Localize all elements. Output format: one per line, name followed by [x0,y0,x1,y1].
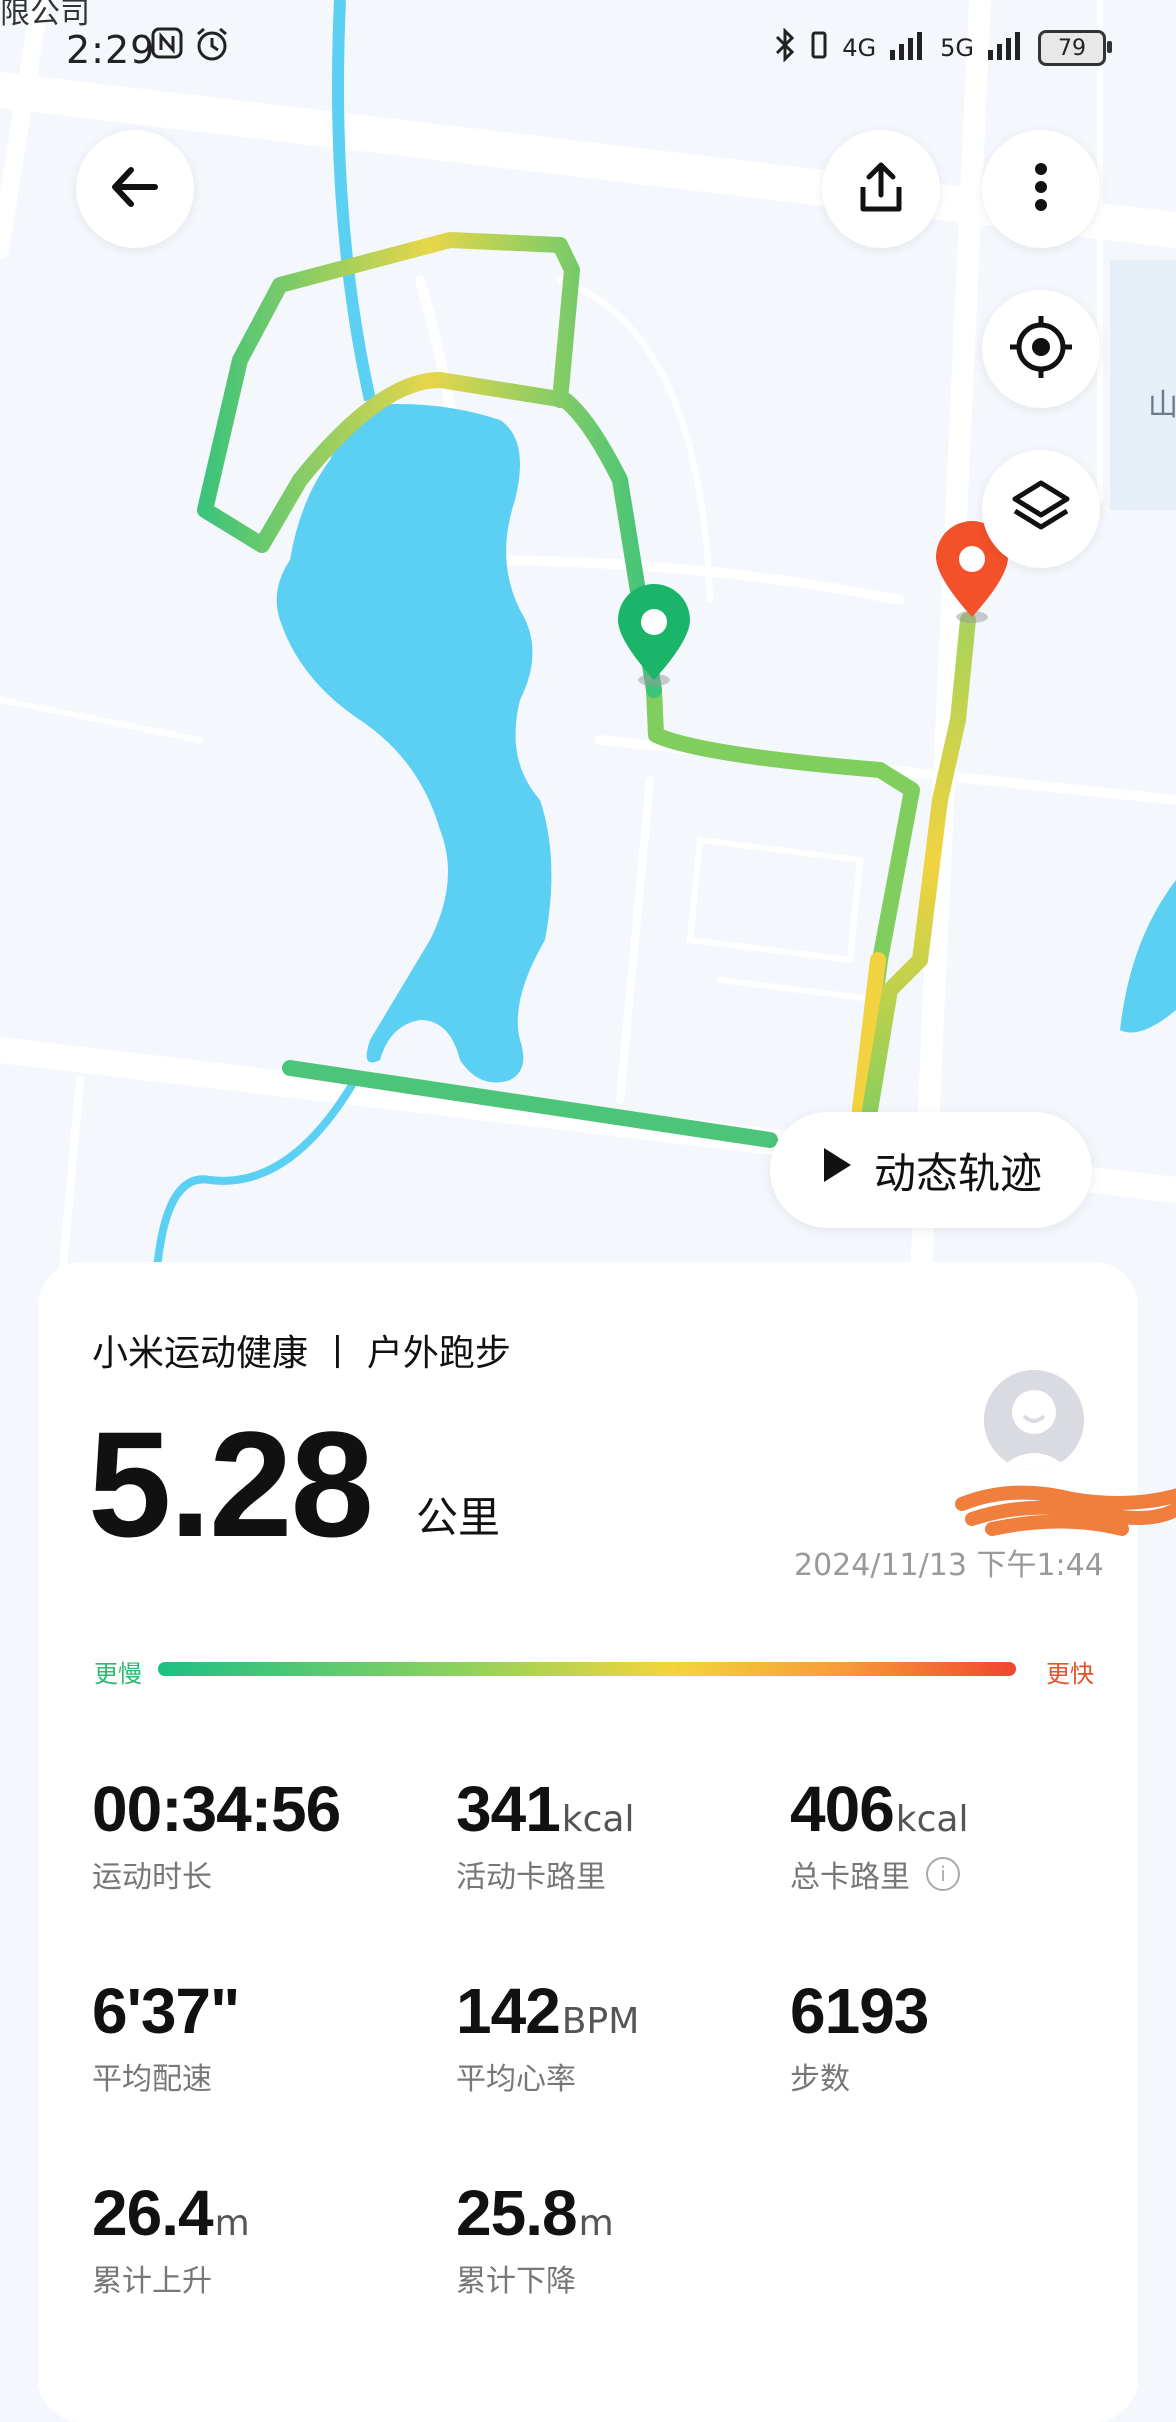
share-icon [851,157,911,221]
stat-value: 142 [456,1975,561,2047]
stat-label: 累计上升 [92,2264,212,2299]
pace-legend: 更慢 更快 [94,1654,1094,1688]
stat-label: 活动卡路里 [456,1860,606,1895]
stat-label: 累计下降 [456,2264,576,2299]
stat-unit: kcal [561,1799,635,1840]
share-button[interactable] [822,130,940,248]
stat-value: 341 [456,1773,561,1845]
stat-value: 00:34:56 [92,1773,341,1845]
nfc-icon [150,26,184,69]
stat-value: 25.8 [456,2177,578,2249]
dynamic-track-button[interactable]: 动态轨迹 [770,1112,1092,1228]
stat-label: 平均配速 [92,2062,212,2097]
more-vertical-icon [1031,157,1051,221]
vibrate-icon [808,28,830,68]
back-button[interactable] [76,130,194,248]
stat-total-calories: 406kcal 总卡路里 i [790,1772,968,1896]
workout-datetime: 2024/11/13 下午1:44 [794,1548,1104,1583]
stat-unit: m [578,2203,614,2244]
building-block [1110,260,1176,510]
battery-icon: 79 [1038,30,1112,66]
stat-duration: 00:34:56 运动时长 [92,1772,342,1896]
stat-avg-pace: 6'37" 平均配速 [92,1974,241,2098]
back-arrow-icon [105,157,165,221]
stat-active-calories: 341kcal 活动卡路里 [456,1772,634,1896]
stat-total-descent: 25.8m 累计下降 [456,2176,614,2300]
distance-value: 5.28 [88,1400,374,1568]
sport-title: 小米运动健康 丨 户外跑步 [92,1333,511,1374]
info-icon[interactable]: i [926,1857,960,1891]
signal-bars-icon-2 [986,30,1026,66]
locate-button[interactable] [982,290,1100,408]
workout-summary-card: 小米运动健康 丨 户外跑步 5.28 公里 2024/11/13 下午1:44 … [38,1262,1176,2422]
stat-unit: m [214,2203,250,2244]
status-right: 4G 5G 79 [774,27,1112,68]
more-button[interactable] [982,130,1100,248]
signal-label-2: 5G [940,34,974,62]
status-bar: 限公司 2:29 4G 5G 79 [0,0,1176,100]
signal-label-1: 4G [842,34,877,62]
legend-slow-label: 更慢 [94,1660,142,1688]
stat-value: 6'37" [92,1975,240,2047]
layers-icon [1009,475,1073,543]
redaction-scribble [955,1485,1176,1536]
stat-total-ascent: 26.4m 累计上升 [92,2176,250,2300]
stat-label: 运动时长 [92,1860,212,1895]
play-icon [820,1145,854,1195]
map-label: 山 [1148,388,1176,423]
pace-gradient-bar [158,1662,1016,1676]
distance-unit: 公里 [416,1493,501,1542]
stat-label: 平均心率 [456,2062,576,2097]
stat-steps: 6193 步数 [790,1974,930,2098]
stat-value: 6193 [790,1975,929,2047]
signal-bars-icon-1 [888,30,928,66]
locate-icon [1006,312,1076,386]
stat-value: 26.4 [92,2177,214,2249]
legend-fast-label: 更快 [1046,1660,1094,1688]
alarm-icon [194,26,230,71]
status-time: 2:29 [66,28,156,72]
stat-label: 总卡路里 [790,1860,910,1895]
dynamic-track-label: 动态轨迹 [873,1148,1042,1198]
stat-unit: kcal [895,1799,969,1840]
stat-label: 步数 [790,2062,850,2097]
avatar[interactable] [984,1370,1084,1470]
bluetooth-icon [774,27,796,68]
battery-level: 79 [1058,35,1086,61]
stat-value: 406 [790,1773,895,1845]
stat-avg-heart-rate: 142BPM 平均心率 [456,1974,639,2098]
layers-button[interactable] [982,450,1100,568]
stat-unit: BPM [561,2001,640,2042]
